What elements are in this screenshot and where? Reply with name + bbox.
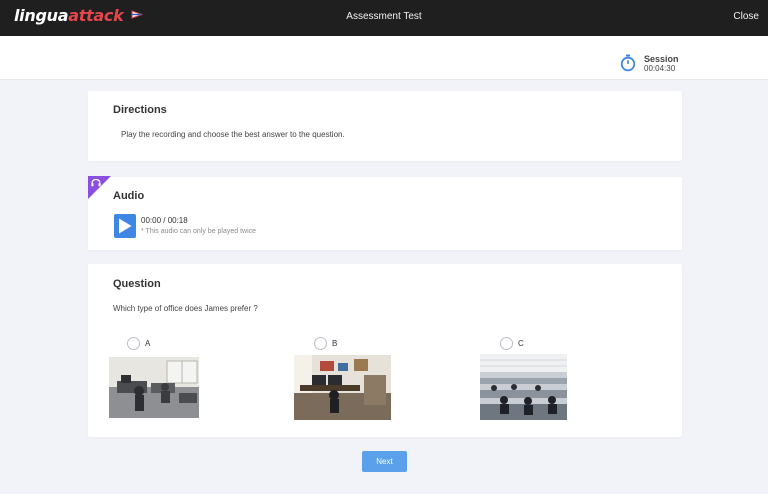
play-icon — [119, 218, 132, 234]
option-b-image[interactable] — [294, 355, 391, 420]
question-card: Question Which type of office does James… — [88, 264, 682, 437]
audio-note: * This audio can only be played twice — [141, 228, 257, 235]
option-b-radio[interactable] — [314, 337, 327, 350]
question-title: Question — [113, 278, 161, 290]
directions-title: Directions — [113, 104, 167, 116]
session-time: 00:04:30 — [644, 64, 676, 73]
directions-card: Directions Play the recording and choose… — [88, 91, 682, 161]
audio-time: 00:00 / 00:18 — [141, 216, 188, 225]
option-c-label: C — [518, 339, 524, 348]
headphones-icon — [88, 176, 111, 199]
option-c-radio[interactable] — [500, 337, 513, 350]
option-a-label: A — [145, 339, 151, 348]
question-text: Which type of office does James prefer ? — [113, 304, 258, 313]
option-a-radio[interactable] — [127, 337, 140, 350]
stopwatch-icon — [620, 54, 636, 72]
top-bar: linguaattack Assessment Test Close — [0, 0, 768, 36]
audio-title: Audio — [113, 190, 145, 202]
play-button[interactable] — [114, 214, 136, 238]
directions-text: Play the recording and choose the best a… — [121, 130, 345, 139]
option-c-image[interactable] — [480, 354, 567, 420]
page-title: Assessment Test — [346, 11, 422, 22]
session-bar: Session 00:04:30 — [0, 36, 768, 80]
close-button[interactable]: Close — [733, 11, 759, 22]
option-a-image[interactable] — [109, 357, 199, 418]
audio-note-text: This audio can only be played twice — [145, 228, 257, 235]
option-b-label: B — [332, 339, 338, 348]
audio-card: Audio 00:00 / 00:18 * This audio can onl… — [88, 176, 682, 250]
session-label: Session — [644, 54, 679, 64]
next-button[interactable]: Next — [362, 451, 407, 472]
